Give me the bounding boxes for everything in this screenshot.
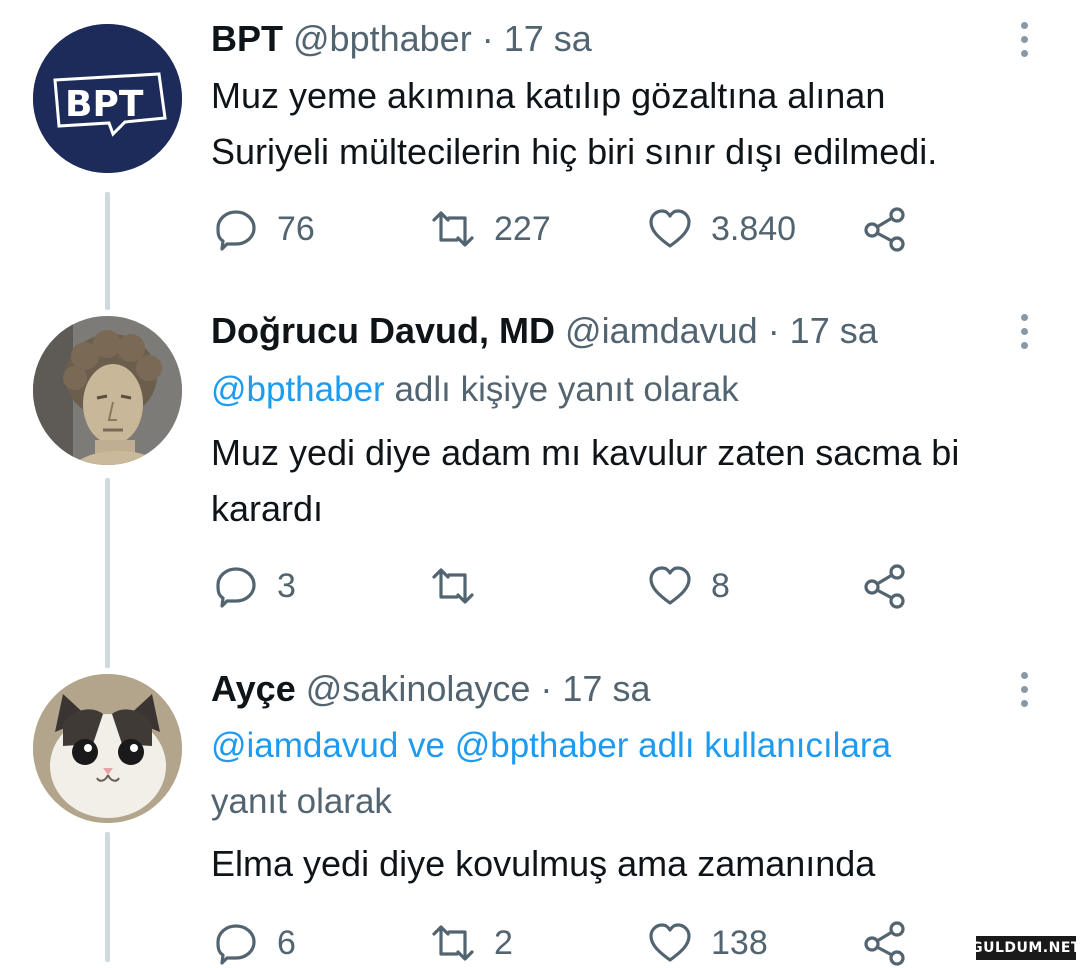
- handle[interactable]: @sakinolayce: [306, 668, 531, 709]
- display-name[interactable]: Doğrucu Davud, MD: [211, 310, 555, 351]
- reply-button[interactable]: 76: [213, 204, 315, 254]
- reply-context-suffix: yanıt olarak: [211, 782, 392, 821]
- tweet-header: Ayçe @sakinolayce · 17 sa: [211, 668, 650, 710]
- reply-icon: [216, 924, 256, 965]
- retweet-button[interactable]: 227: [430, 204, 551, 254]
- tweet-text-line: karardı: [211, 488, 324, 529]
- handle[interactable]: @iamdavud: [565, 310, 758, 351]
- reply-icon: [216, 210, 256, 251]
- display-name[interactable]: BPT: [211, 18, 283, 59]
- retweet-icon: [432, 568, 474, 604]
- tweet-text-line: Muz yeme akımına katılıp gözaltına alına…: [211, 75, 886, 116]
- like-count: 3.840: [711, 209, 797, 248]
- tweet-text: Muz yedi diye adam mı kavulur zaten sacm…: [211, 425, 1061, 537]
- heart-icon: [649, 923, 691, 962]
- cat-avatar-icon: [33, 674, 182, 823]
- retweet-button[interactable]: [430, 561, 494, 611]
- tweet-actions: 3 8: [0, 561, 1080, 611]
- bpt-logo-icon: BPT: [33, 24, 182, 173]
- like-count: 8: [711, 566, 730, 605]
- share-icon: [864, 564, 905, 609]
- reply-context: @iamdavud ve @bpthaber adlı kullanıcılar…: [211, 718, 891, 830]
- heart-icon: [649, 566, 691, 605]
- more-options-icon[interactable]: [1015, 670, 1035, 710]
- tweet-text: Muz yeme akımına katılıp gözaltına alına…: [211, 68, 1061, 180]
- tweet-text-line: Elma yedi diye kovulmuş ama zamanında: [211, 843, 876, 884]
- retweet-count: 227: [494, 209, 551, 248]
- timestamp[interactable]: · 17 sa: [768, 310, 878, 351]
- mention-link[interactable]: @bpthaber: [211, 370, 385, 409]
- share-icon: [864, 921, 905, 966]
- reply-count: 76: [277, 209, 315, 248]
- like-button[interactable]: 138: [647, 918, 768, 968]
- reply-button[interactable]: 6: [213, 918, 296, 968]
- mention-link[interactable]: @iamdavud ve @bpthaber adlı kullanıcılar…: [211, 718, 891, 774]
- watermark-logo: GULDUM.NET: [971, 936, 1080, 960]
- retweet-icon: [432, 925, 474, 961]
- tweet-text-line: Muz yedi diye adam mı kavulur zaten sacm…: [211, 432, 960, 473]
- tweet-text-line: Suriyeli mültecilerin hiç biri sınır dış…: [211, 131, 938, 172]
- like-button[interactable]: 3.840: [647, 204, 796, 254]
- timestamp[interactable]: · 17 sa: [540, 668, 650, 709]
- reply-count: 6: [277, 923, 296, 962]
- reply-context-suffix: adlı kişiye yanıt olarak: [394, 370, 739, 409]
- like-count: 138: [711, 923, 768, 962]
- timestamp[interactable]: · 17 sa: [482, 18, 592, 59]
- share-button[interactable]: [862, 204, 908, 254]
- tweet-header: BPT @bpthaber · 17 sa: [211, 18, 592, 60]
- avatar[interactable]: BPT: [33, 24, 182, 173]
- share-icon: [864, 207, 905, 252]
- reply-button[interactable]: 3: [213, 561, 296, 611]
- reply-count: 3: [277, 566, 296, 605]
- heart-icon: [649, 209, 691, 248]
- statue-avatar-icon: [33, 316, 182, 465]
- tweet-actions: 76 227 3.840: [0, 204, 1080, 254]
- share-button[interactable]: [862, 561, 908, 611]
- handle[interactable]: @bpthaber: [293, 18, 472, 59]
- like-button[interactable]: 8: [647, 561, 730, 611]
- tweet-header: Doğrucu Davud, MD @iamdavud · 17 sa: [211, 310, 878, 352]
- tweet-actions: 6 2 138: [0, 918, 1080, 968]
- avatar[interactable]: [33, 674, 182, 823]
- share-button[interactable]: [862, 918, 908, 968]
- avatar[interactable]: [33, 316, 182, 465]
- display-name[interactable]: Ayçe: [211, 668, 296, 709]
- retweet-icon: [432, 211, 474, 247]
- avatar-logo-text: BPT: [65, 84, 144, 125]
- retweet-button[interactable]: 2: [430, 918, 513, 968]
- more-options-icon[interactable]: [1015, 312, 1035, 352]
- retweet-count: 2: [494, 923, 513, 962]
- reply-icon: [216, 567, 256, 608]
- tweet-text: Elma yedi diye kovulmuş ama zamanında: [211, 836, 1061, 892]
- reply-context: @bpthaber adlı kişiye yanıt olarak: [211, 362, 739, 418]
- more-options-icon[interactable]: [1015, 20, 1035, 60]
